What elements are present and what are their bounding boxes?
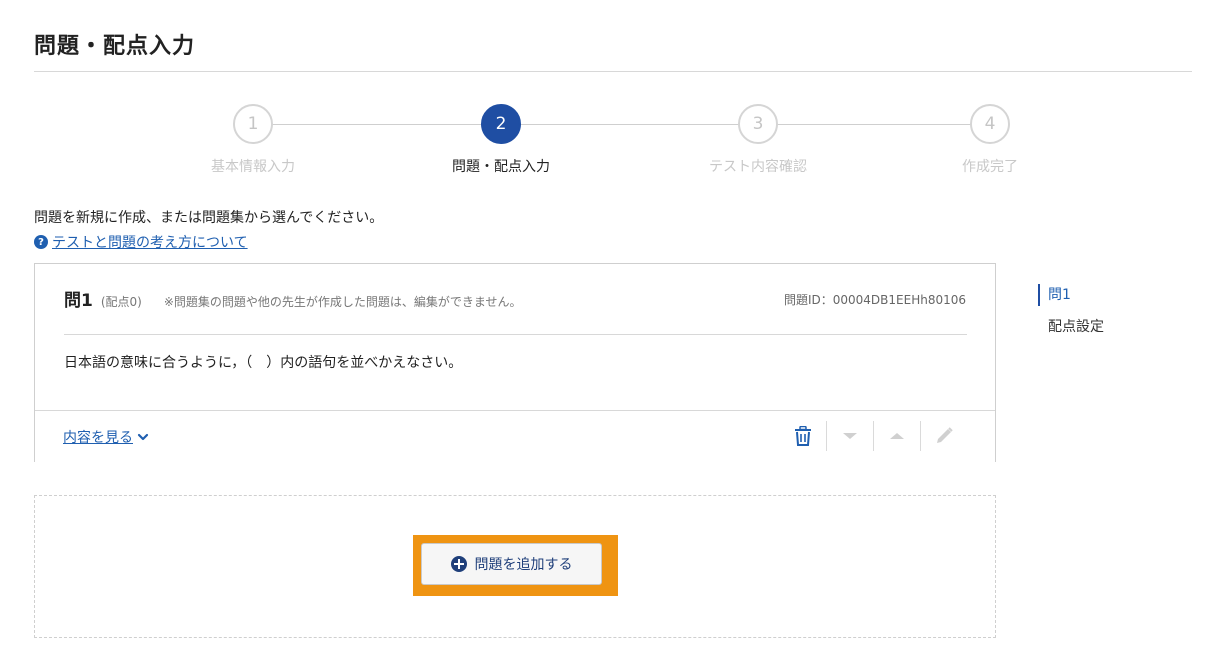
step-number: 2 xyxy=(481,104,521,144)
question-body: 日本語の意味に合うように，（ ）内の語句を並べかえなさい。 xyxy=(64,355,463,371)
question-toolbar xyxy=(779,421,967,451)
step-1: 1 基本情報入力 xyxy=(173,104,333,176)
step-label: 問題・配点入力 xyxy=(452,159,550,175)
move-down-button[interactable] xyxy=(826,421,873,451)
question-header: 問1 (配点0) ※問題集の問題や他の先生が作成した問題は、編集ができません。 xyxy=(64,286,522,311)
question-id: 問題ID：00004DB1EEHh80106 xyxy=(783,293,966,307)
add-question-label: 問題を追加する xyxy=(474,557,573,573)
step-number: 4 xyxy=(970,104,1010,144)
question-circle-icon: ? xyxy=(34,235,48,249)
step-2: 2 問題・配点入力 xyxy=(421,104,581,176)
intro-text: 問題を新規に作成、または問題集から選んでください。 xyxy=(34,210,384,226)
question-note: ※問題集の問題や他の先生が作成した問題は、編集ができません。 xyxy=(163,295,522,309)
caret-down-icon xyxy=(843,433,857,439)
help-link-label: テストと問題の考え方について xyxy=(52,235,248,251)
step-label: テスト内容確認 xyxy=(709,159,807,175)
question-divider xyxy=(64,334,967,335)
step-label: 基本情報入力 xyxy=(211,159,295,175)
pencil-icon xyxy=(937,427,953,443)
add-button-highlight: 問題を追加する xyxy=(413,535,618,596)
trash-icon xyxy=(794,426,811,446)
side-nav-item-score-settings[interactable]: 配点設定 xyxy=(1038,316,1104,336)
view-content-link[interactable]: 内容を見る xyxy=(63,427,149,447)
side-nav-item-question-1[interactable]: 問1 xyxy=(1038,284,1104,306)
page-title: 問題・配点入力 xyxy=(34,34,196,59)
step-4: 4 作成完了 xyxy=(910,104,1070,176)
plus-circle-icon xyxy=(450,556,467,572)
question-card: 問1 (配点0) ※問題集の問題や他の先生が作成した問題は、編集ができません。 … xyxy=(34,263,996,462)
view-content-label: 内容を見る xyxy=(63,430,133,446)
question-score: (配点0) xyxy=(100,295,142,309)
side-nav: 問1 配点設定 xyxy=(1038,284,1104,336)
step-number: 3 xyxy=(738,104,778,144)
add-question-button[interactable]: 問題を追加する xyxy=(421,543,602,585)
help-link[interactable]: ? テストと問題の考え方について xyxy=(34,232,248,252)
progress-stepper: 1 基本情報入力 2 問題・配点入力 3 テスト内容確認 4 作成完了 xyxy=(0,100,1224,190)
step-3: 3 テスト内容確認 xyxy=(678,104,838,176)
title-divider xyxy=(34,71,1192,72)
step-label: 作成完了 xyxy=(962,159,1018,175)
edit-button[interactable] xyxy=(920,421,967,451)
question-footer: 内容を見る xyxy=(35,410,995,462)
step-number: 1 xyxy=(233,104,273,144)
move-up-button[interactable] xyxy=(873,421,920,451)
caret-up-icon xyxy=(890,433,904,439)
question-number: 問1 xyxy=(64,291,93,311)
delete-button[interactable] xyxy=(779,421,826,451)
chevron-down-icon xyxy=(137,433,149,441)
